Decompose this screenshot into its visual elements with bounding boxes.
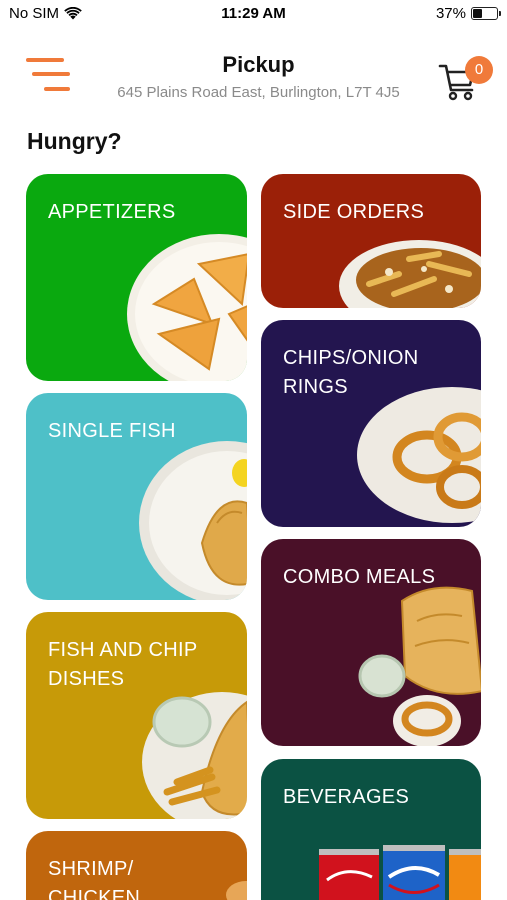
header: Pickup 645 Plains Road East, Burlington,…	[0, 42, 507, 112]
category-beverages[interactable]: BEVERAGES	[261, 759, 481, 900]
category-single-fish[interactable]: SINGLE FISH	[26, 393, 247, 600]
status-right: 37%	[435, 5, 501, 22]
onion-rings-plate-image	[357, 387, 481, 523]
category-label: SINGLE FISH	[48, 420, 176, 442]
soda-cans-image	[319, 845, 481, 900]
category-appetizers[interactable]: APPETIZERS	[26, 174, 247, 381]
category-label: COMBO MEALS	[283, 566, 436, 588]
battery-level	[473, 9, 483, 18]
poutine-plate-image	[339, 240, 481, 308]
cart-button[interactable]: 0	[438, 56, 498, 102]
category-label: APPETIZERS	[48, 201, 176, 223]
category-label: FISH AND CHIP DISHES	[48, 639, 198, 690]
single-fish-plate-image	[139, 441, 247, 600]
category-chips-onion-rings[interactable]: CHIPS/ONION RINGS	[261, 320, 481, 527]
appetizers-plate-image	[127, 234, 247, 381]
page-title: Pickup	[222, 52, 295, 77]
section-heading: Hungry?	[27, 128, 122, 154]
fish-and-chip-plate-image	[142, 692, 247, 819]
category-label: SIDE ORDERS	[283, 201, 425, 223]
category-shrimp-chicken[interactable]: SHRIMP/ CHICKEN	[26, 831, 247, 900]
battery-percent: 37%	[435, 5, 466, 22]
clock: 11:29 AM	[221, 5, 286, 22]
combo-meal-image	[358, 586, 481, 746]
category-side-orders[interactable]: SIDE ORDERS	[261, 174, 481, 308]
cart-count-badge: 0	[465, 56, 493, 84]
battery-icon	[471, 7, 501, 20]
category-fish-and-chip-dishes[interactable]: FISH AND CHIP DISHES	[26, 612, 247, 819]
pickup-location[interactable]: Pickup 645 Plains Road East, Burlington,…	[90, 52, 427, 101]
status-bar: No SIM 11:29 AM 37%	[0, 0, 507, 30]
category-combo-meals[interactable]: COMBO MEALS	[261, 539, 481, 746]
pickup-address: 645 Plains Road East, Burlington, L7T 4J…	[117, 84, 400, 101]
menu-button[interactable]	[26, 56, 72, 96]
category-label: SHRIMP/ CHICKEN	[48, 858, 141, 900]
category-label: CHIPS/ONION RINGS	[283, 347, 419, 398]
category-label: BEVERAGES	[283, 786, 410, 808]
